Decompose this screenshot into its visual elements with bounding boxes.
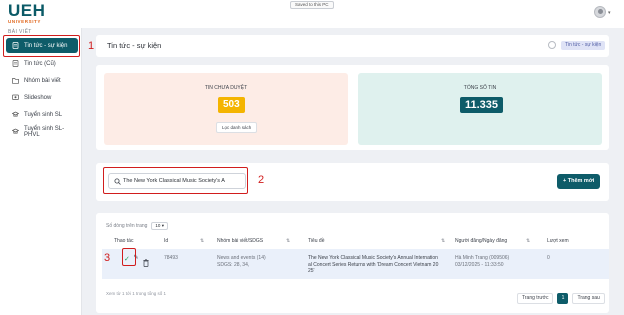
annotation-box-2 (103, 167, 248, 194)
row-id: 78493 (164, 255, 178, 261)
pending-label: TIN CHƯA DUYỆT (204, 85, 248, 91)
annotation-number-3: 3 (104, 252, 111, 264)
row-date: 03/12/2025 - 11:33:50 (455, 261, 504, 268)
logo-text: UEH (8, 1, 46, 20)
add-new-button[interactable]: + Thêm mới (557, 174, 601, 189)
user-avatar-icon[interactable] (594, 6, 606, 18)
delete-trash-icon[interactable] (143, 254, 149, 267)
sidebar-item-label: Tin tức (Cũ) (24, 60, 56, 67)
total-stat-card: TỔNG SỐ TIN 11.335 (358, 73, 602, 145)
page-size-value: 10 (155, 223, 161, 228)
row-views: 0 (547, 255, 550, 261)
sort-icon[interactable]: ⇅ (200, 238, 204, 244)
logo-subtext: UNIVERSITY (8, 19, 42, 24)
row-title-line2[interactable]: al Concert Series Returns with 'Dream Co… (308, 262, 438, 269)
prev-page-button[interactable]: Trang trước (517, 293, 554, 304)
row-group-line2: SDGS: 28, 34, (217, 261, 250, 268)
total-count: 11.335 (460, 97, 504, 113)
sidebar-item-label: Tuyển sinh SL-PHVL (24, 125, 65, 138)
folder-icon (12, 77, 19, 84)
cap-icon (12, 111, 19, 118)
posts-table-panel: Số dòng trên trang 10 ▾ Thao tác Id ⇅ Nh… (96, 213, 609, 313)
col-actions: Thao tác (114, 238, 134, 244)
page-title: Tin tức - sự kiện (107, 41, 162, 50)
col-group[interactable]: Nhóm bài viết/SDGS (217, 238, 263, 244)
pagination: Trang trước 1 Trang sau (517, 293, 605, 304)
annotation-number-1: 1 (88, 40, 95, 52)
saved-status-pill: Saved to this PC (290, 1, 334, 9)
top-bar: UEH UNIVERSITY Saved to this PC ▾ (0, 0, 624, 28)
document-icon (12, 60, 19, 67)
annotation-box-3 (122, 248, 136, 266)
page-header: Tin tức - sự kiện Tin tức - sự kiện (96, 35, 609, 57)
sidebar-item-label: Nhóm bài viết (24, 77, 61, 84)
sidebar-item-tuyen-sinh-sl-phvl[interactable]: Tuyển sinh SL-PHVL (6, 124, 78, 139)
chevron-down-icon[interactable]: ▾ (608, 10, 611, 16)
pending-stat-card: TIN CHƯA DUYỆT 503 Lọc danh sách (104, 73, 348, 145)
stats-panel: TIN CHƯA DUYỆT 503 Lọc danh sách TỔNG SỐ… (96, 65, 609, 150)
pending-count: 503 (218, 97, 245, 113)
annotation-box-1 (3, 35, 80, 57)
sidebar-item-label: Slideshow (24, 94, 52, 101)
breadcrumb-chip[interactable]: Tin tức - sự kiện (561, 41, 606, 50)
sort-icon[interactable]: ⇅ (286, 238, 290, 244)
sidebar-item-tin-tuc-cu[interactable]: Tin tức (Cũ) (6, 56, 78, 71)
row-title-line3[interactable]: 25' (308, 268, 315, 275)
info-circle-icon[interactable] (548, 41, 556, 49)
page-size-label: Số dòng trên trang (106, 223, 148, 229)
filter-list-button[interactable]: Lọc danh sách (216, 122, 258, 133)
col-id[interactable]: Id (164, 238, 168, 244)
sidebar: BÀI VIẾT Tin tức - sự kiện Tin tức (Cũ) … (0, 28, 82, 315)
cap-icon (12, 128, 19, 135)
table-footer-info: Xem từ 1 tới 1 trong tổng số 1 (106, 291, 166, 296)
sidebar-item-tuyen-sinh-sl[interactable]: Tuyển sinh SL (6, 107, 78, 122)
sidebar-item-nhom-bai-viet[interactable]: Nhóm bài viết (6, 73, 78, 88)
page-size-control: Số dòng trên trang 10 ▾ (106, 222, 168, 230)
col-views[interactable]: Lượt xem (547, 238, 569, 244)
page-size-select[interactable]: 10 ▾ (151, 222, 168, 230)
col-title[interactable]: Tiêu đề (308, 238, 325, 244)
total-label: TỔNG SỐ TIN (463, 85, 497, 91)
annotation-number-2: 2 (258, 174, 265, 186)
current-page-button[interactable]: 1 (557, 293, 569, 304)
next-page-button[interactable]: Trang sau (572, 293, 605, 304)
col-poster[interactable]: Người đăng/Ngày đăng (455, 238, 507, 244)
sort-icon[interactable]: ⇅ (526, 238, 530, 244)
sort-icon[interactable]: ⇅ (441, 238, 445, 244)
table-row[interactable]: ✓ ✎ 78493 News and events (14) SDGS: 28,… (102, 249, 609, 279)
sidebar-item-label: Tuyển sinh SL (24, 111, 63, 118)
ueh-logo[interactable]: UEH UNIVERSITY (8, 2, 45, 24)
slides-icon (12, 94, 19, 101)
sidebar-item-slideshow[interactable]: Slideshow (6, 90, 78, 105)
table-header: Thao tác Id ⇅ Nhóm bài viết/SDGS ⇅ Tiêu … (96, 235, 609, 249)
